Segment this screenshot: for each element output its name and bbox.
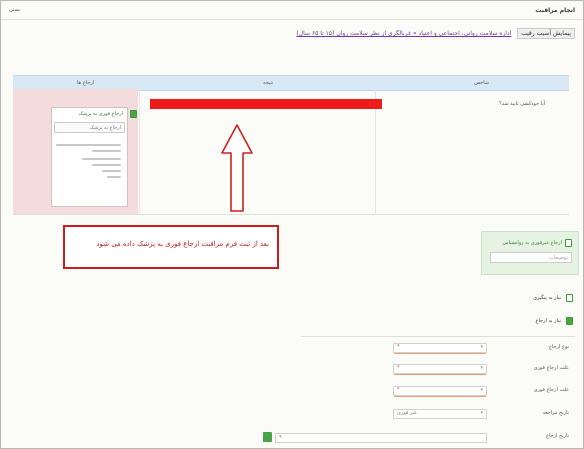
referral-label: نیاز به ارجاع bbox=[535, 318, 562, 324]
referral-type-select[interactable]: * ▾ bbox=[393, 343, 487, 354]
redacted-red-bar bbox=[150, 99, 382, 109]
urgent-reason-value: * bbox=[397, 365, 400, 371]
chevron-down-icon: ▾ bbox=[480, 387, 483, 393]
urgent-reason-2-select[interactable]: * ▾ bbox=[393, 386, 487, 397]
chevron-down-icon: ▾ bbox=[480, 365, 483, 371]
visit-date-value: غیر فوری bbox=[397, 410, 417, 416]
col-header-indicator: شاخص bbox=[474, 80, 489, 86]
urgent-reason-select[interactable]: * ▾ bbox=[393, 364, 487, 375]
care-form-window: انجام مراقبت بستن پیمایش آسیب رقیب اداره… bbox=[0, 0, 584, 449]
callout-box: بعد از ثبت فرم مراقبت ارجاع فوری به پزشک… bbox=[63, 225, 279, 269]
green-box-checkbox[interactable] bbox=[565, 239, 572, 247]
col-header-result: نتیجه bbox=[263, 80, 274, 86]
referral-type-value: * bbox=[397, 344, 400, 350]
page-title: انجام مراقبت bbox=[535, 7, 575, 14]
visit-date-select[interactable]: غیر فوری ▾ bbox=[393, 409, 487, 419]
referral-date-value: ۹ bbox=[279, 434, 282, 440]
breadcrumb-path[interactable]: اداره سلامت روانی، اجتماعی و اعتیاد » غر… bbox=[296, 30, 511, 37]
table-body: ارجاع فوری به پزشک ارجاع به پزشک آیا خود… bbox=[13, 89, 569, 215]
left-panel-line bbox=[102, 170, 121, 172]
chevron-down-icon: ▾ bbox=[480, 344, 483, 350]
left-panel-line bbox=[56, 144, 121, 146]
chevron-down-icon: ▾ bbox=[480, 410, 483, 416]
result-cell bbox=[139, 89, 382, 214]
urgent-reason-2-value: * bbox=[397, 387, 400, 393]
field-underline bbox=[394, 374, 486, 375]
left-panel-line bbox=[107, 176, 121, 178]
left-panel-line bbox=[92, 150, 121, 152]
field-underline bbox=[394, 353, 486, 354]
form-label-urgent-reason: علت ارجاع فوری bbox=[533, 365, 569, 371]
form-label-urgent-reason-2: علت ارجاع فوری bbox=[533, 387, 569, 393]
followup-checkbox[interactable] bbox=[566, 294, 573, 302]
up-arrow-icon bbox=[221, 124, 253, 212]
callout-text: بعد از ثبت فرم مراقبت ارجاع فوری به پزشک… bbox=[96, 240, 269, 248]
left-panel-checkbox[interactable] bbox=[130, 110, 137, 118]
calendar-icon[interactable] bbox=[263, 432, 272, 442]
referral-date-input[interactable]: ۹ bbox=[275, 433, 487, 443]
left-panel-field[interactable]: ارجاع به پزشک bbox=[54, 122, 125, 133]
form-label-visit-date: تاریخ مراجعه bbox=[542, 410, 569, 416]
left-panel-card: ارجاع فوری به پزشک ارجاع به پزشک bbox=[51, 107, 137, 207]
col-header-referrals: ارجاع ها bbox=[77, 80, 95, 86]
green-box-placeholder: توضیحات bbox=[548, 255, 568, 261]
green-box-input[interactable]: توضیحات bbox=[490, 252, 572, 263]
left-panel-line bbox=[82, 158, 121, 160]
breadcrumb-nav[interactable]: پیمایش آسیب رقیب bbox=[517, 28, 575, 39]
form-label-referral-type: نوع ارجاع bbox=[549, 344, 569, 350]
breadcrumb: پیمایش آسیب رقیب اداره سلامت روانی، اجتم… bbox=[296, 28, 575, 39]
result-question: آیا خودکشی تایید شد؟ bbox=[499, 101, 545, 107]
followup-label: نیاز به پیگیری bbox=[533, 295, 561, 301]
close-link[interactable]: بستن bbox=[9, 7, 20, 13]
left-panel: ارجاع فوری به پزشک ارجاع به پزشک bbox=[13, 89, 138, 214]
divider bbox=[1, 19, 583, 20]
referral-checkbox[interactable] bbox=[566, 317, 573, 325]
green-box: ارجاع غیرفوری به روانشناس توضیحات bbox=[481, 231, 579, 275]
green-box-label: ارجاع غیرفوری به روانشناس bbox=[502, 240, 562, 246]
field-underline bbox=[394, 396, 486, 397]
form-label-referral-date: تاریخ ارجاع bbox=[546, 433, 569, 439]
divider bbox=[301, 336, 575, 337]
left-panel-line bbox=[92, 164, 121, 166]
left-panel-header: ارجاع فوری به پزشک bbox=[78, 111, 123, 117]
left-panel-field-label: ارجاع به پزشک bbox=[89, 125, 121, 131]
